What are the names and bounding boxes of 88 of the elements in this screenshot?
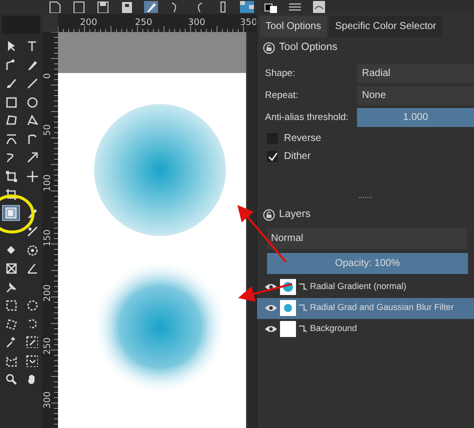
- opacity-fill[interactable]: [267, 252, 468, 274]
- layer-name: Radial Gradient (normal): [310, 280, 406, 294]
- field-label: Shape:: [265, 66, 296, 81]
- freehand-path-icon[interactable]: [26, 132, 38, 145]
- ruler-label: 150: [43, 229, 53, 247]
- layer-row[interactable]: Radial Gradient (normal): [257, 276, 474, 298]
- ruler-label: 300: [43, 391, 53, 409]
- magnetic-select-icon[interactable]: [26, 354, 38, 367]
- field-label: Anti-alias threshold:: [265, 110, 350, 125]
- layer-thumbnail: [280, 321, 296, 337]
- panel-title: Layers: [279, 206, 311, 222]
- lock-icon[interactable]: [263, 208, 275, 221]
- checkbox[interactable]: [267, 151, 278, 162]
- gradient-icon[interactable]: [5, 206, 17, 219]
- brush-preset-icon[interactable]: [144, 1, 158, 13]
- checkbox-label: Dither: [284, 150, 311, 164]
- eye-icon[interactable]: [265, 304, 277, 312]
- ruler-label: 100: [43, 174, 53, 192]
- pen-icon[interactable]: [26, 58, 38, 71]
- move-icon[interactable]: [26, 170, 38, 182]
- layer-row[interactable]: Radial Grad and Gaussian Blur Filter: [257, 298, 474, 318]
- preset-icon[interactable]: [312, 1, 326, 13]
- ellipse-select-icon[interactable]: [26, 299, 38, 312]
- resize-grip-icon[interactable]: [358, 196, 372, 200]
- layer-name: Radial Grad and Gaussian Blur Filter: [310, 301, 454, 314]
- panel-title: Tool Options: [279, 40, 338, 55]
- dropdown[interactable]: None: [357, 86, 474, 106]
- bezier-icon[interactable]: [5, 132, 17, 145]
- scrollbar[interactable]: [246, 32, 256, 428]
- fill-icon[interactable]: [5, 244, 17, 256]
- pen-icon[interactable]: [26, 206, 38, 219]
- document-icon[interactable]: [72, 1, 86, 13]
- ruler-label: 250: [43, 337, 53, 355]
- zoom-icon[interactable]: [5, 373, 17, 386]
- pattern-fill-icon[interactable]: [26, 244, 38, 256]
- pin-icon[interactable]: [5, 280, 17, 293]
- crop-icon[interactable]: [5, 188, 17, 200]
- list-icon[interactable]: [288, 1, 302, 13]
- paint-layer-icon: [299, 283, 307, 291]
- ruler-label: 200: [80, 18, 98, 28]
- polygon-select-icon[interactable]: [5, 318, 17, 330]
- eye-icon[interactable]: [265, 325, 277, 333]
- rectangle-select-icon[interactable]: [5, 299, 17, 312]
- ruler-label: 50: [43, 124, 53, 136]
- magic-wand-icon[interactable]: [5, 336, 17, 348]
- color-swatch-icon[interactable]: [264, 1, 278, 13]
- tool-button[interactable]: [2, 204, 20, 221]
- polygon-icon[interactable]: [5, 114, 17, 126]
- checkbox-label: Reverse: [284, 132, 322, 146]
- opacity-label: Opacity: 100%: [334, 256, 400, 270]
- layer-thumbnail: [280, 300, 296, 316]
- line-icon[interactable]: [26, 77, 38, 90]
- slider-value: 1.000: [402, 111, 428, 126]
- measure-icon[interactable]: [26, 262, 38, 274]
- annotation-arrow: [238, 283, 292, 302]
- freehand-select-icon[interactable]: [26, 318, 38, 330]
- ruler-label: 300: [188, 18, 206, 28]
- tab[interactable]: Specific Color Selector: [329, 16, 442, 37]
- field-label: Repeat:: [265, 88, 300, 103]
- paint-layer-icon: [299, 304, 307, 312]
- transform-icon[interactable]: [5, 170, 17, 182]
- layer-name: Background: [310, 322, 357, 336]
- blend-mode-dropdown[interactable]: Normal: [267, 228, 467, 248]
- lock-icon[interactable]: [263, 42, 275, 54]
- save-as-icon[interactable]: [120, 1, 134, 13]
- layer-row[interactable]: Background: [257, 318, 474, 340]
- ruler-label: 200: [43, 284, 53, 302]
- dropdown[interactable]: Radial: [357, 64, 474, 84]
- tab[interactable]: Tool Options: [260, 16, 328, 37]
- layer-thumbnail: [280, 279, 296, 295]
- text-icon[interactable]: [26, 40, 38, 52]
- edit-shapes-icon[interactable]: [5, 58, 17, 71]
- polyline-icon[interactable]: [26, 114, 38, 126]
- multibrush-icon[interactable]: [26, 151, 38, 164]
- ruler-label: 0: [43, 73, 53, 79]
- ruler-label: 250: [135, 18, 152, 28]
- bezier-select-icon[interactable]: [5, 354, 17, 367]
- select-icon[interactable]: [5, 40, 17, 52]
- rectangle-icon[interactable]: [5, 96, 17, 108]
- brush-icon[interactable]: [5, 77, 17, 90]
- slider-fill[interactable]: [357, 108, 474, 128]
- ellipse-icon[interactable]: [26, 96, 38, 108]
- document-icon[interactable]: [48, 1, 62, 13]
- paint-layer-icon: [299, 325, 307, 333]
- similar-select-icon[interactable]: [26, 336, 38, 348]
- assistant-icon[interactable]: [5, 262, 17, 274]
- eye-icon[interactable]: [265, 283, 277, 291]
- save-icon[interactable]: [96, 1, 110, 13]
